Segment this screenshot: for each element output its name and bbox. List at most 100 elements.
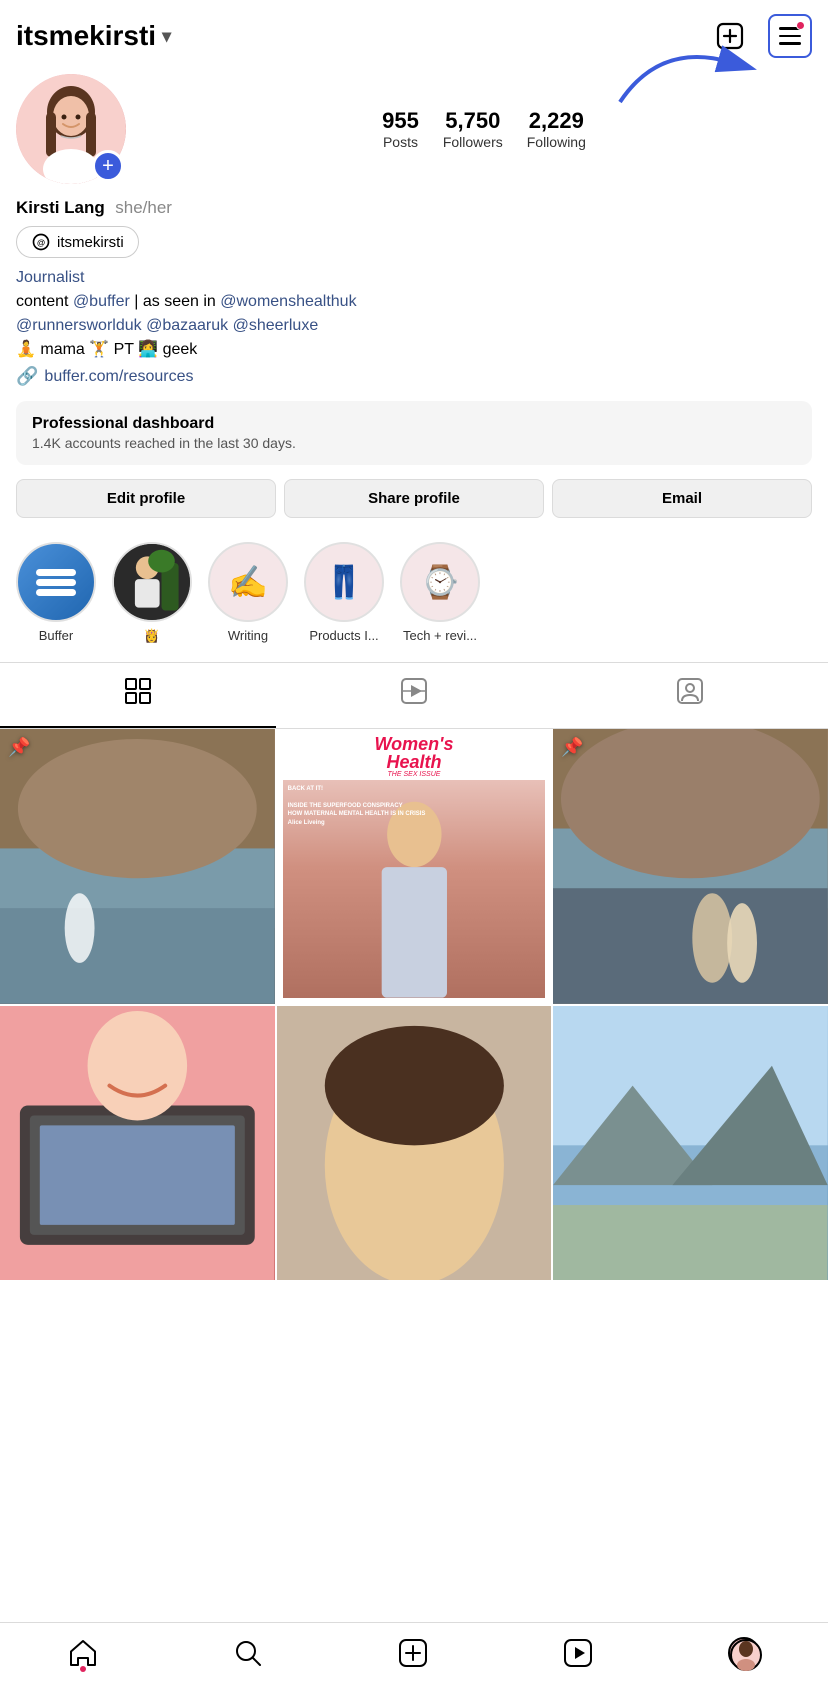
bio-text: Journalist content @buffer | as seen in …	[16, 266, 812, 362]
nav-search[interactable]	[221, 1634, 275, 1672]
products-emoji: 👖	[324, 563, 364, 601]
create-icon	[398, 1638, 428, 1668]
display-name: Kirsti Lang	[16, 198, 105, 217]
add-to-story-button[interactable]	[92, 150, 124, 182]
bottom-navigation	[0, 1622, 828, 1693]
photo-cell[interactable]	[0, 1006, 275, 1281]
menu-button[interactable]	[768, 14, 812, 58]
followers-label: Followers	[443, 134, 503, 150]
svg-text:@: @	[37, 237, 45, 247]
followers-stat[interactable]: 5,750 Followers	[443, 108, 503, 150]
website-text: buffer.com/resources	[44, 368, 193, 386]
edit-profile-button[interactable]: Edit profile	[16, 479, 276, 518]
photo-cell[interactable]: 📌	[553, 729, 828, 1004]
username-text: itsmekirsti	[16, 20, 156, 52]
mag-tagline: THE SEX ISSUE	[388, 771, 441, 778]
following-stat[interactable]: 2,229 Following	[527, 108, 586, 150]
reels-icon	[400, 677, 428, 712]
photo-image	[553, 1006, 828, 1281]
photo-cell[interactable]	[553, 1006, 828, 1281]
highlights-row: Buffer 👸 ✍️ Writing 👖 Products I...	[0, 528, 828, 658]
username-area[interactable]: itsmekirsti ▾	[16, 20, 171, 52]
tab-tagged[interactable]	[552, 663, 828, 728]
nav-profile[interactable]	[716, 1633, 772, 1673]
tab-grid[interactable]	[0, 663, 276, 728]
profile-avatar-nav	[728, 1637, 760, 1669]
nav-reels[interactable]	[551, 1634, 605, 1672]
sheerluxe-link[interactable]: @sheerluxe	[233, 317, 319, 334]
journalist-link[interactable]: Journalist	[16, 269, 84, 286]
tech-emoji: ⌚	[420, 563, 460, 601]
highlight-circle-products: 👖	[304, 542, 384, 622]
posts-count: 955	[382, 108, 419, 134]
dashboard-subtitle: 1.4K accounts reached in the last 30 day…	[32, 435, 796, 451]
bazaar-link[interactable]: @bazaaruk	[146, 317, 228, 334]
pin-icon: 📌	[561, 737, 583, 758]
home-icon	[68, 1638, 98, 1668]
highlight-item[interactable]: ✍️ Writing	[208, 542, 288, 644]
highlight-label-writing: Writing	[228, 628, 268, 643]
mag-text: BACK AT IT! INSIDE THE SUPERFOOD CONSPIR…	[288, 785, 541, 827]
photo-grid: 📌 ▶ Women'sHealth THE SEX ISSUE BA	[0, 729, 828, 1280]
chevron-down-icon: ▾	[162, 26, 171, 47]
avatar-wrapper	[16, 74, 126, 184]
threads-icon: @	[31, 232, 51, 252]
highlight-image-svg	[114, 542, 190, 622]
dashboard-title: Professional dashboard	[32, 415, 796, 433]
following-label: Following	[527, 134, 586, 150]
notification-dot	[796, 21, 805, 30]
content-tabs	[0, 662, 828, 729]
plus-square-icon	[716, 22, 744, 50]
nav-create[interactable]	[386, 1634, 440, 1672]
hamburger-icon	[779, 27, 801, 45]
stats-row: 955 Posts 5,750 Followers 2,229 Followin…	[156, 108, 812, 150]
highlight-circle-writing: ✍️	[208, 542, 288, 622]
action-buttons: Edit profile Share profile Email	[16, 479, 812, 518]
buffer-icon	[31, 557, 81, 607]
bio-emoji-line: 🧘 mama 🏋️ PT 👩‍💻 geek	[16, 341, 197, 358]
search-icon	[233, 1638, 263, 1668]
highlight-circle-tech: ⌚	[400, 542, 480, 622]
highlight-item[interactable]: ⌚ Tech + revi...	[400, 542, 480, 644]
nav-home[interactable]	[56, 1634, 110, 1672]
threads-handle: itsmekirsti	[57, 234, 124, 251]
pin-icon: 📌	[8, 737, 30, 758]
photo-cell[interactable]	[277, 1006, 552, 1281]
reels-nav-icon	[563, 1638, 593, 1668]
display-name-row: Kirsti Lang she/her	[16, 198, 812, 218]
grid-icon	[124, 677, 152, 712]
following-count: 2,229	[529, 108, 584, 134]
tagged-icon	[676, 677, 704, 712]
magazine-cover: Women'sHealth THE SEX ISSUE BACK AT IT! …	[277, 729, 552, 1004]
followers-count: 5,750	[445, 108, 500, 134]
highlight-item[interactable]: 👸	[112, 542, 192, 644]
photo-image	[277, 1006, 552, 1281]
highlight-label-buffer: Buffer	[39, 628, 73, 643]
mag-title: Women'sHealth	[375, 735, 454, 771]
header: itsmekirsti ▾	[0, 0, 828, 66]
website-link[interactable]: 🔗 buffer.com/resources	[16, 366, 812, 387]
share-profile-button[interactable]: Share profile	[284, 479, 544, 518]
photo-image	[0, 729, 275, 1004]
bio-section: Kirsti Lang she/her @ itsmekirsti Journa…	[0, 198, 828, 387]
professional-dashboard[interactable]: Professional dashboard 1.4K accounts rea…	[16, 401, 812, 465]
threads-badge[interactable]: @ itsmekirsti	[16, 226, 139, 258]
highlight-item[interactable]: 👖 Products I...	[304, 542, 384, 644]
tab-reels[interactable]	[276, 663, 552, 728]
add-post-button[interactable]	[708, 14, 752, 58]
buffer-link[interactable]: @buffer	[73, 293, 130, 310]
womenshealth-link[interactable]: @womenshealthuk	[220, 293, 356, 310]
email-button[interactable]: Email	[552, 479, 812, 518]
highlight-circle-crown	[112, 542, 192, 622]
posts-label: Posts	[383, 134, 418, 150]
bottom-spacer	[0, 1280, 828, 1370]
pronoun: she/her	[115, 198, 172, 217]
highlight-circle-buffer	[16, 542, 96, 622]
photo-cell[interactable]: 📌	[0, 729, 275, 1004]
photo-cell[interactable]: ▶ Women'sHealth THE SEX ISSUE BACK AT IT…	[277, 729, 552, 1004]
home-dot	[80, 1666, 86, 1672]
mag-body: BACK AT IT! INSIDE THE SUPERFOOD CONSPIR…	[283, 780, 546, 998]
runnersworld-link[interactable]: @runnersworlduk	[16, 317, 142, 334]
posts-stat[interactable]: 955 Posts	[382, 108, 419, 150]
highlight-item[interactable]: Buffer	[16, 542, 96, 644]
